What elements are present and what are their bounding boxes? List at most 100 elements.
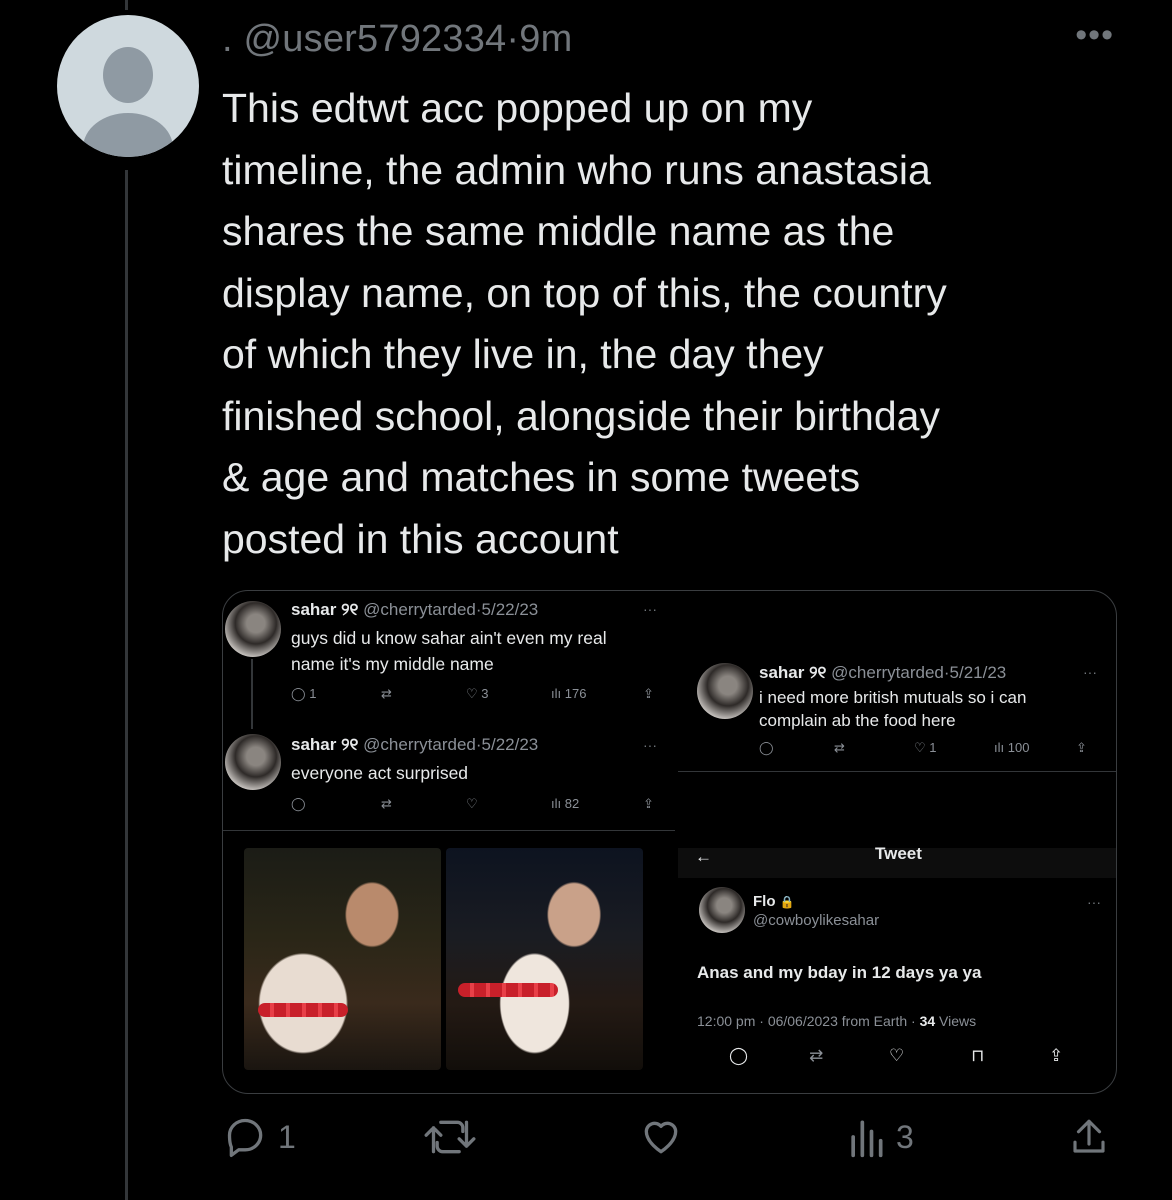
- birthday-photo: [446, 848, 643, 1070]
- embedded-date: 5/22/23: [481, 735, 539, 754]
- embedded-views: ılı 100: [994, 740, 1029, 755]
- avatar-head-shape: [103, 47, 153, 103]
- embedded-views-count: 176: [564, 686, 587, 701]
- tweet-text-line: & age and matches in some tweets: [222, 454, 861, 500]
- embedded-divider: [678, 771, 1116, 772]
- embedded-like-count: 3: [481, 686, 489, 701]
- embedded-views: ılı 82: [551, 796, 579, 811]
- tweet-text-line: This edtwt acc popped up on my: [222, 85, 813, 131]
- embedded-actions: ◯ ⇄ ♡ ılı 82 ⇪: [291, 796, 671, 816]
- embedded-like: ♡ 3: [466, 686, 489, 702]
- media-attachment[interactable]: sahar ୨୧ @cherrytarded·5/22/23 ··· guys …: [222, 590, 1117, 1094]
- embedded-reply: ◯ 1: [291, 686, 316, 702]
- detail-views-count: 34: [919, 1013, 936, 1029]
- embedded-text-line: guys did u know sahar ain't even my real: [291, 628, 607, 648]
- embedded-user-line: sahar ୨୧ @cherrytarded·5/22/23: [291, 600, 538, 620]
- retweet-icon: [424, 1120, 476, 1154]
- bookmark-icon: ⊓: [971, 1046, 985, 1065]
- views-icon: ılı: [994, 740, 1005, 755]
- reply-icon: ◯: [759, 740, 774, 755]
- retweet-button[interactable]: [424, 1115, 476, 1159]
- detail-more-icon: ···: [1087, 894, 1101, 910]
- heart-icon: [644, 1121, 678, 1154]
- detail-name-line: Flo 🔒: [753, 893, 795, 910]
- detail-text: Anas and my bday in 12 days ya ya: [697, 963, 982, 982]
- tweet-text-line: of which they live in, the day they: [222, 331, 824, 377]
- views-icon: ılı: [551, 796, 562, 811]
- share-icon: ⇪: [1049, 1046, 1064, 1065]
- retweet-icon: ⇄: [381, 796, 392, 811]
- retweet-icon: ⇄: [381, 686, 392, 701]
- detail-meta: 12:00 pm · 06/06/2023 from Earth · 34 Vi…: [697, 1013, 976, 1029]
- embedded-text: i need more british mutuals so i can com…: [759, 686, 1026, 732]
- more-icon[interactable]: •••: [1075, 16, 1114, 55]
- heart-icon: ♡: [466, 686, 478, 701]
- embedded-more-icon: ···: [643, 601, 657, 617]
- header-separator: ·: [506, 18, 520, 60]
- detail-header-title: Tweet: [875, 844, 922, 863]
- embedded-like-count: 1: [929, 740, 937, 755]
- embedded-more-icon: ···: [1083, 664, 1097, 680]
- detail-meta-prefix: 12:00 pm · 06/06/2023 from Earth ·: [697, 1013, 920, 1029]
- embedded-handle: @cherrytarded: [831, 663, 944, 682]
- tweet-header: . @user5792334·9m: [222, 18, 572, 61]
- views-icon: [851, 1120, 883, 1158]
- embedded-name: sahar ୨୧: [759, 663, 827, 682]
- embedded-reply-count: 1: [309, 686, 317, 701]
- thread-line: [125, 170, 128, 1200]
- share-button[interactable]: [1068, 1115, 1110, 1159]
- embedded-avatar: [225, 601, 281, 657]
- reply-icon: ◯: [291, 796, 306, 811]
- tweet-text-line: shares the same middle name as the: [222, 208, 895, 254]
- reply-count: 1: [278, 1118, 296, 1155]
- share-icon: ⇪: [1076, 740, 1087, 755]
- user-handle[interactable]: @user5792334: [244, 18, 507, 60]
- views-button[interactable]: 3: [846, 1115, 914, 1159]
- embedded-text-line: complain ab the food here: [759, 711, 956, 730]
- embedded-text-line: everyone act surprised: [291, 763, 469, 783]
- views-icon: ılı: [551, 686, 562, 701]
- heart-icon: ♡: [889, 1046, 905, 1065]
- avatar-shoulders-shape: [83, 113, 173, 157]
- embedded-text-line: name it's my middle name: [291, 654, 494, 674]
- reply-button[interactable]: 1: [224, 1115, 296, 1159]
- embedded-divider: [223, 830, 675, 831]
- share-icon: [1073, 1119, 1105, 1153]
- detail-views-label: Views: [939, 1013, 977, 1029]
- tweet-text-line: display name, on top of this, the countr…: [222, 269, 947, 316]
- embedded-text: guys did u know sahar ain't even my real…: [291, 625, 607, 677]
- embedded-more-icon: ···: [643, 737, 657, 753]
- share-icon: ⇪: [643, 796, 654, 811]
- detail-actions: ◯ ⇄ ♡ ⊓ ⇪: [729, 1046, 1079, 1070]
- embedded-text-line: i need more british mutuals so i can: [759, 688, 1027, 707]
- heart-icon: ♡: [466, 796, 478, 811]
- embedded-name: sahar ୨୧: [291, 600, 359, 619]
- retweet-icon: ⇄: [834, 740, 845, 755]
- reply-icon: ◯: [291, 686, 306, 701]
- embedded-handle: @cherrytarded: [363, 735, 476, 754]
- tweet-text-line: posted in this account: [222, 515, 619, 562]
- birthday-photo: [244, 848, 441, 1070]
- thread-line-top: [125, 0, 128, 10]
- cake-berries: [458, 983, 558, 997]
- tweet-prefix: .: [222, 18, 233, 60]
- embedded-avatar: [697, 663, 753, 719]
- embedded-user-line: sahar ୨୧ @cherrytarded·5/21/23: [759, 663, 1006, 683]
- tweet-text-line: finished school, alongside their birthda…: [222, 392, 940, 439]
- embedded-thread-line: [251, 659, 253, 729]
- reply-icon: [227, 1118, 263, 1157]
- tweet-text-line: timeline, the admin who runs anastasia: [222, 146, 931, 193]
- detail-handle: @cowboylikesahar: [753, 912, 880, 929]
- like-button[interactable]: [638, 1115, 684, 1159]
- tweet-time[interactable]: 9m: [519, 18, 572, 60]
- back-arrow-icon: ←: [695, 847, 712, 866]
- embedded-actions: ◯ ⇄ ♡ 1 ılı 100 ⇪: [759, 740, 1099, 760]
- embedded-views-count: 100: [1007, 740, 1030, 755]
- cake-berries: [258, 1003, 348, 1017]
- embedded-handle: @cherrytarded: [363, 600, 476, 619]
- heart-icon: ♡: [914, 740, 926, 755]
- embedded-like: ♡ 1: [914, 740, 937, 756]
- avatar[interactable]: [57, 15, 199, 157]
- share-icon: ⇪: [643, 686, 654, 701]
- embedded-date: 5/22/23: [481, 600, 539, 619]
